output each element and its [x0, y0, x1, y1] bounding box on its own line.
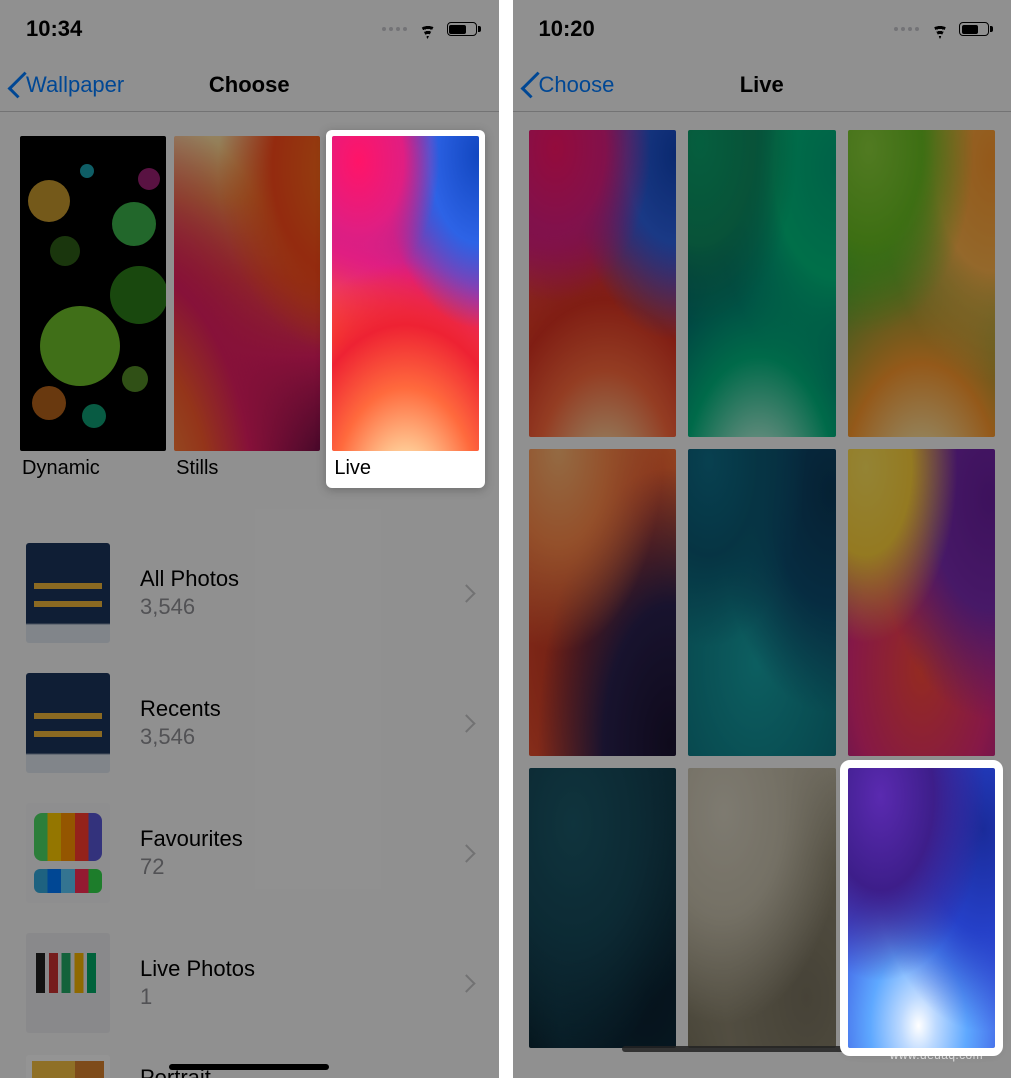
album-thumb	[26, 673, 110, 773]
album-thumb	[26, 543, 110, 643]
battery-icon	[447, 22, 477, 36]
back-label: Wallpaper	[26, 72, 124, 98]
chevron-right-icon	[460, 709, 479, 737]
album-title: Live Photos	[140, 956, 460, 982]
album-favourites[interactable]: Favourites 72	[0, 788, 499, 918]
category-label: Dynamic	[20, 457, 166, 480]
album-title: Recents	[140, 696, 460, 722]
album-thumb	[26, 1055, 110, 1078]
album-all-photos[interactable]: All Photos 3,546	[0, 528, 499, 658]
album-count: 72	[140, 854, 460, 880]
chevron-right-icon	[460, 839, 479, 867]
screenshot-left: 10:34 Wallpaper Choose	[0, 0, 499, 1078]
home-indicator[interactable]	[169, 1064, 329, 1070]
album-recents[interactable]: Recents 3,546	[0, 658, 499, 788]
nav-bar: Choose Live	[513, 58, 1011, 112]
album-portrait[interactable]: Portrait	[0, 1048, 499, 1078]
wallpaper-grid	[513, 112, 1011, 1048]
album-thumb	[26, 933, 110, 1033]
cellular-dots-icon	[382, 27, 407, 31]
cellular-dots-icon	[894, 27, 919, 31]
wallpaper-7[interactable]	[529, 768, 677, 1048]
category-live[interactable]: Live	[326, 130, 484, 488]
stills-thumb	[174, 136, 320, 451]
wallpaper-2[interactable]	[688, 130, 836, 437]
album-title: Favourites	[140, 826, 460, 852]
album-count: 3,546	[140, 594, 460, 620]
album-live-photos[interactable]: Live Photos 1	[0, 918, 499, 1048]
category-dynamic[interactable]: Dynamic	[20, 136, 166, 488]
album-thumb	[26, 803, 110, 903]
album-count: 3,546	[140, 724, 460, 750]
category-stills[interactable]: Stills	[174, 136, 320, 488]
wallpaper-4[interactable]	[529, 449, 677, 756]
nav-bar: Wallpaper Choose	[0, 58, 499, 112]
wallpaper-1[interactable]	[529, 130, 677, 437]
wifi-icon	[417, 21, 439, 37]
wifi-icon	[929, 21, 951, 37]
chevron-right-icon	[460, 969, 479, 997]
screenshot-right: 10:20 Choose Live www.	[513, 0, 1011, 1078]
category-label: Live	[332, 457, 478, 480]
album-title: All Photos	[140, 566, 460, 592]
chevron-right-icon	[460, 579, 479, 607]
wallpaper-8[interactable]	[688, 768, 836, 1048]
status-right	[382, 21, 477, 37]
status-right	[894, 21, 989, 37]
live-thumb	[332, 136, 478, 451]
wallpaper-9[interactable]	[848, 768, 996, 1048]
watermark: www.deuaq.com	[890, 1048, 983, 1062]
album-count: 1	[140, 984, 460, 1010]
back-button[interactable]: Choose	[523, 72, 615, 98]
status-time: 10:34	[26, 16, 82, 42]
wallpaper-3[interactable]	[848, 130, 996, 437]
category-label: Stills	[174, 457, 320, 480]
battery-icon	[959, 22, 989, 36]
back-button[interactable]: Wallpaper	[10, 72, 124, 98]
status-bar: 10:34	[0, 0, 499, 44]
albums-list: All Photos 3,546 Recents 3,546 Favourite…	[0, 528, 499, 1078]
status-bar: 10:20	[513, 0, 1011, 44]
back-label: Choose	[539, 72, 615, 98]
wallpaper-categories: Dynamic Stills Live	[0, 112, 499, 488]
wallpaper-6[interactable]	[848, 449, 996, 756]
status-time: 10:20	[539, 16, 595, 42]
wallpaper-5[interactable]	[688, 449, 836, 756]
dynamic-thumb	[20, 136, 166, 451]
